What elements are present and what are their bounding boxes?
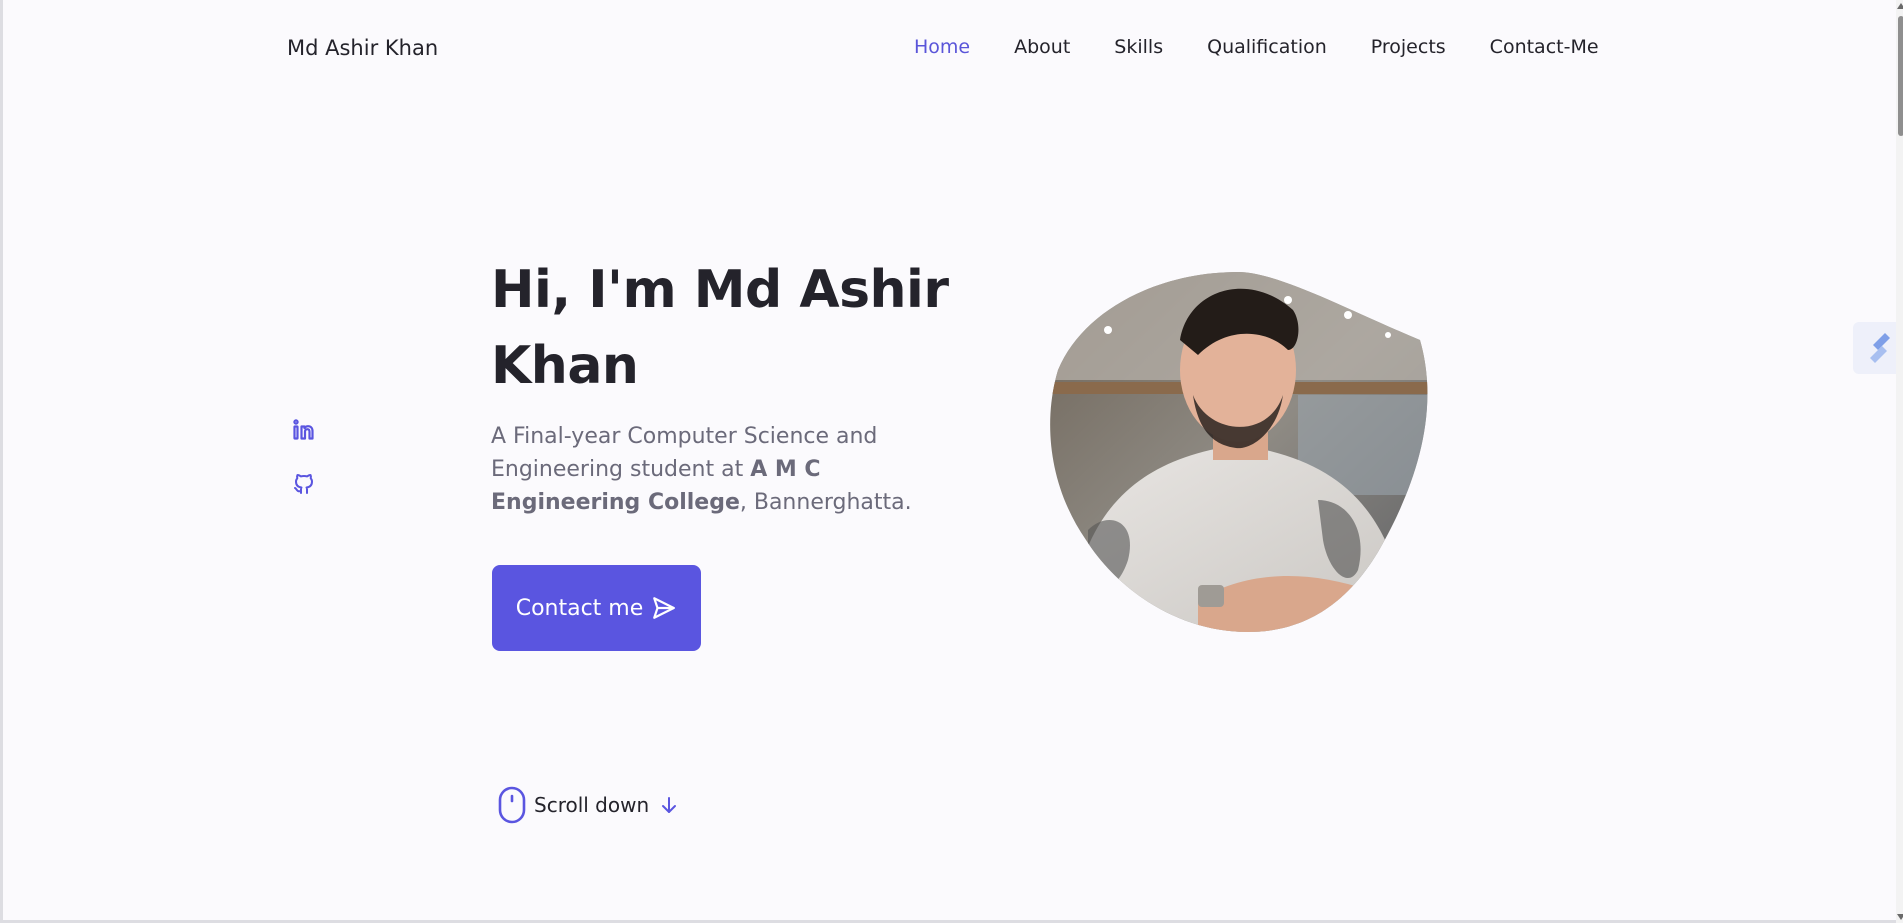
arrow-down-icon (662, 797, 677, 813)
scroll-down[interactable]: Scroll down (498, 786, 677, 824)
github-icon[interactable] (292, 472, 316, 496)
main-nav: Home About Skills Qualification Projects… (914, 36, 1599, 58)
page: Md Ashir Khan Home About Skills Qualific… (0, 0, 1903, 923)
scroll-down-label: Scroll down (534, 793, 650, 817)
nav-qualification[interactable]: Qualification (1207, 36, 1327, 58)
contact-me-button[interactable]: Contact me (492, 565, 701, 651)
page-scrollbar[interactable] (1896, 0, 1903, 923)
nav-contact-me[interactable]: Contact-Me (1490, 36, 1599, 58)
site-logo[interactable]: Md Ashir Khan (287, 36, 438, 60)
nav-about[interactable]: About (1014, 36, 1070, 58)
social-links (292, 418, 316, 526)
hero-description: A Final-year Computer Science and Engine… (491, 420, 971, 519)
hero-desc-part2: , Bannerghatta. (739, 490, 912, 515)
send-icon (653, 597, 676, 619)
contact-me-label: Contact me (515, 595, 644, 621)
profile-photo (1050, 272, 1428, 632)
nav-projects[interactable]: Projects (1371, 36, 1446, 58)
nav-home[interactable]: Home (914, 36, 970, 58)
scroll-up-arrow[interactable] (1897, 3, 1903, 9)
extension-icon (1869, 333, 1890, 363)
linkedin-icon[interactable] (292, 418, 316, 442)
hero-title: Hi, I'm Md Ashir Khan (491, 260, 949, 396)
nav-skills[interactable]: Skills (1114, 36, 1163, 58)
scroll-down-arrow[interactable] (1897, 914, 1903, 920)
scrollbar-thumb[interactable] (1898, 16, 1903, 136)
mouse-icon (498, 786, 526, 824)
